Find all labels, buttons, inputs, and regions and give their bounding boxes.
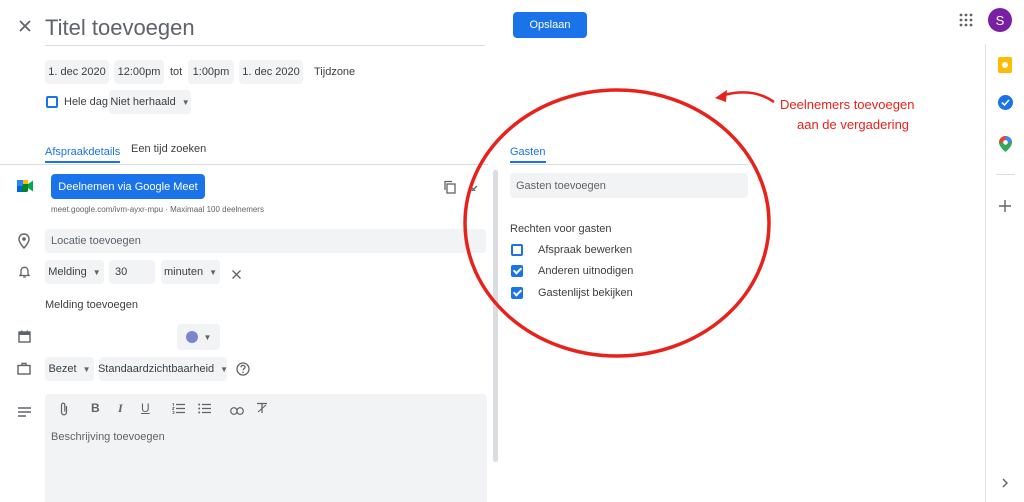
avatar-initial: S	[995, 12, 1005, 28]
help-icon[interactable]	[236, 362, 250, 376]
repeat-label: Niet herhaald	[110, 96, 176, 108]
notification-type-dropdown[interactable]: Melding ▼	[45, 260, 104, 284]
tab-een-tijd-zoeken[interactable]: Een tijd zoeken	[131, 143, 206, 155]
all-day-checkbox[interactable]	[46, 96, 58, 108]
annotation-arrow	[715, 90, 775, 104]
divider	[996, 174, 1015, 175]
end-time: 1:00pm	[192, 66, 230, 78]
color-swatch	[185, 331, 198, 343]
caret-down-icon: ▼	[203, 332, 212, 342]
location-placeholder: Locatie toevoegen	[51, 235, 141, 247]
link-icon[interactable]	[230, 404, 244, 418]
bulleted-list-icon[interactable]	[198, 403, 211, 417]
end-time-chip[interactable]: 1:00pm	[188, 60, 234, 84]
notification-type: Melding	[48, 266, 87, 278]
maps-icon[interactable]	[999, 136, 1012, 152]
tabs-divider	[0, 164, 488, 165]
description-placeholder: Beschrijving toevoegen	[51, 431, 165, 443]
google-meet-icon	[17, 179, 33, 193]
save-label: Opslaan	[529, 19, 571, 31]
start-date-chip[interactable]: 1. dec 2020	[45, 60, 109, 84]
to-label: tot	[170, 66, 183, 78]
caret-down-icon: ▼	[92, 267, 101, 277]
bell-icon	[18, 265, 31, 279]
annotation-line-2: aan de vergadering	[797, 117, 910, 132]
repeat-dropdown[interactable]: Niet herhaald ▼	[109, 90, 191, 114]
annotation-line-1: Deelnemers toevoegen	[780, 97, 915, 112]
notification-value: 30	[115, 266, 128, 278]
caret-down-icon: ▼	[181, 97, 190, 107]
start-time: 12:00pm	[117, 66, 161, 78]
chevron-right-icon[interactable]	[1000, 476, 1010, 488]
busy-status: Bezet	[48, 363, 77, 375]
notification-unit: minuten	[163, 266, 204, 278]
tab-label: Afspraakdetails	[45, 146, 121, 158]
caret-down-icon: ▼	[220, 364, 229, 374]
end-date: 1. dec 2020	[242, 66, 300, 78]
location-input[interactable]: Locatie toevoegen	[45, 229, 486, 253]
add-addon-icon[interactable]	[998, 199, 1012, 213]
briefcase-icon	[17, 362, 31, 375]
numbered-list-icon[interactable]	[171, 403, 185, 417]
close-icon[interactable]	[16, 17, 34, 35]
add-notification-button[interactable]: Melding toevoegen	[45, 299, 138, 311]
notification-value-input[interactable]: 30	[109, 260, 155, 284]
bold-icon[interactable]: B	[91, 401, 100, 415]
end-date-chip[interactable]: 1. dec 2020	[239, 60, 303, 84]
start-date: 1. dec 2020	[48, 66, 106, 78]
visibility-dropdown[interactable]: Standaardzichtbaarheid ▼	[97, 357, 229, 381]
tab-afspraakdetails[interactable]: Afspraakdetails	[45, 142, 121, 164]
side-panel	[985, 44, 1024, 502]
keep-icon[interactable]	[998, 57, 1012, 73]
calendar-icon	[18, 330, 31, 343]
remove-formatting-icon[interactable]	[256, 402, 268, 417]
annotation-circle	[463, 88, 771, 358]
remove-notification-icon[interactable]	[231, 267, 242, 279]
title-input[interactable]: Titel toevoegen	[45, 10, 485, 46]
caret-down-icon: ▼	[82, 364, 91, 374]
description-icon	[18, 404, 31, 417]
event-color-dropdown[interactable]: ▼	[177, 324, 220, 350]
location-icon	[18, 233, 30, 250]
busy-status-dropdown[interactable]: Bezet ▼	[45, 357, 94, 381]
join-meet-label: Deelnemen via Google Meet	[58, 180, 198, 193]
apps-grid-icon[interactable]	[958, 12, 974, 28]
avatar[interactable]: S	[988, 8, 1012, 32]
attachment-icon[interactable]	[59, 402, 69, 419]
underline-icon[interactable]: U	[141, 401, 150, 415]
caret-down-icon: ▼	[209, 267, 218, 277]
description-editor[interactable]: B I U Beschrijving toevoegen	[45, 394, 487, 502]
italic-icon[interactable]: I	[118, 401, 123, 416]
visibility: Standaardzichtbaarheid	[97, 363, 215, 375]
save-button[interactable]: Opslaan	[513, 12, 587, 38]
start-time-chip[interactable]: 12:00pm	[114, 60, 164, 84]
title-placeholder: Titel toevoegen	[45, 15, 195, 40]
timezone-button[interactable]: Tijdzone	[314, 66, 355, 78]
all-day-label: Hele dag	[64, 96, 109, 108]
join-meet-button[interactable]: Deelnemen via Google Meet	[51, 174, 205, 199]
meet-info: meet.google.com/ivm-ayxr-mpu · Maximaal …	[51, 205, 264, 214]
notification-unit-dropdown[interactable]: minuten ▼	[161, 260, 220, 284]
tasks-icon[interactable]	[998, 95, 1013, 110]
